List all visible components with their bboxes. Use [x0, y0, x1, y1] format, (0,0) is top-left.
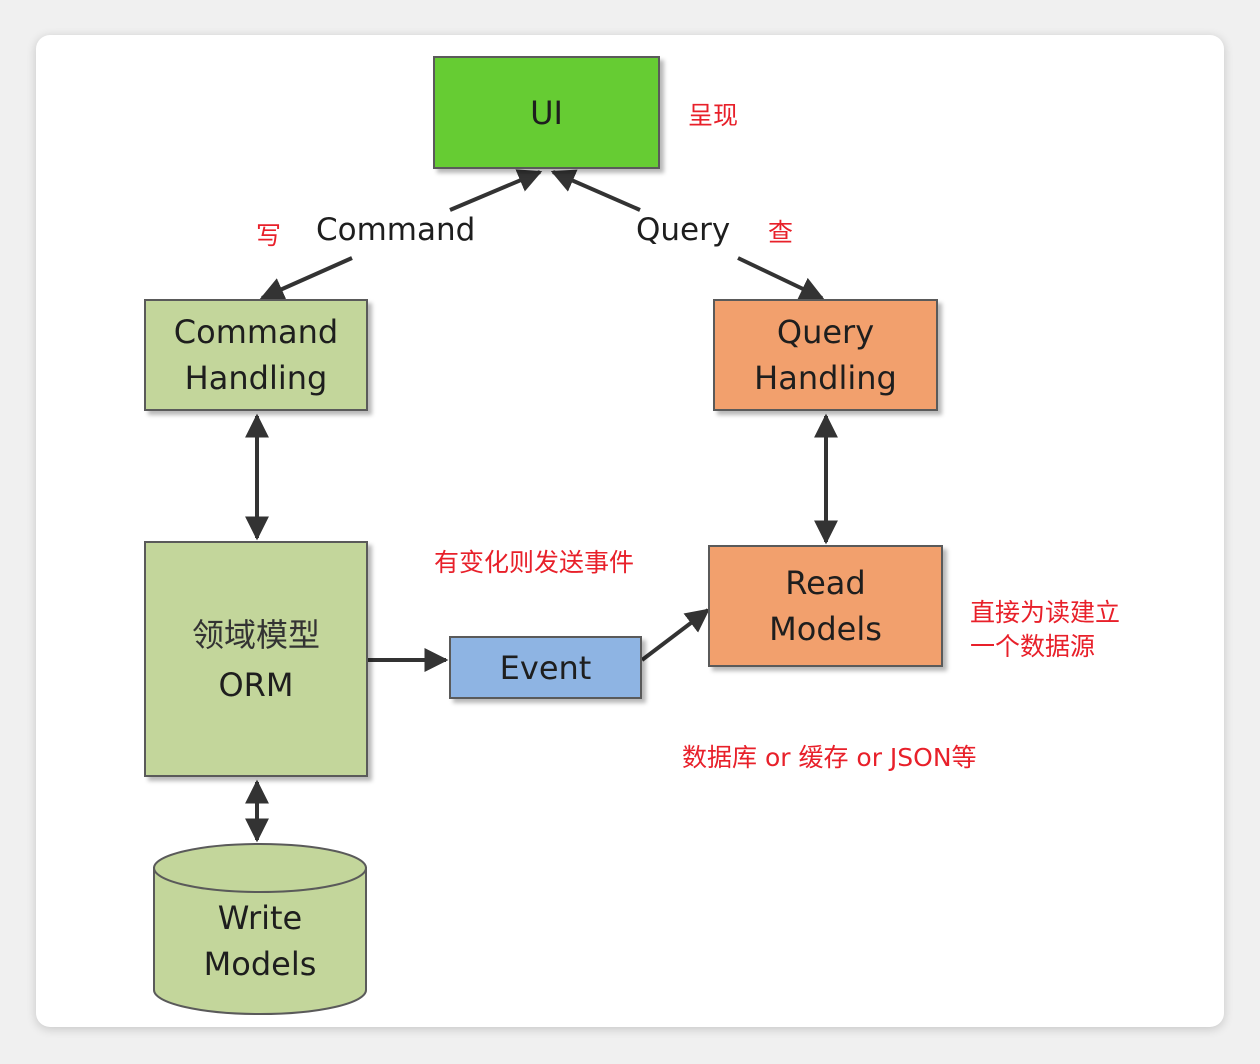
event-read-arrow — [640, 608, 710, 662]
domain-model-orm: ORM — [218, 666, 294, 704]
send-event-annotation: 有变化则发送事件 — [434, 548, 635, 577]
command-label: Command — [316, 212, 476, 248]
event-label: Event — [499, 648, 592, 687]
query-handling-box: Query Handling — [713, 299, 938, 411]
direct-source-line1: 直接为读建立 — [970, 598, 1121, 627]
ui-box-label: UI — [530, 93, 563, 132]
command-handling-line2: Handling — [184, 359, 328, 397]
query-annotation: 查 — [768, 218, 794, 247]
command-handling-box: Command Handling — [144, 299, 368, 411]
present-annotation: 呈现 — [688, 101, 739, 130]
ui-box: UI — [433, 56, 660, 169]
command-to-ui-arrow — [449, 169, 543, 212]
direct-source-annotation: 直接为读建立 一个数据源 — [970, 596, 1120, 664]
write-annotation: 写 — [256, 221, 282, 250]
read-models-box: Read Models — [708, 545, 943, 667]
domain-model-title: 领域模型 — [191, 616, 320, 654]
event-box: Event — [449, 636, 642, 699]
read-models-line1: Read — [785, 564, 866, 602]
query-label: Query — [636, 212, 731, 248]
domain-model-box: 领域模型 ORM — [144, 541, 368, 777]
query-handling-line1: Query — [776, 313, 875, 351]
command-to-handling-arrow — [259, 256, 353, 301]
command-handling-line1: Command — [173, 313, 339, 351]
query-to-handling-arrow — [737, 256, 825, 300]
write-models-text: Write Models — [154, 895, 366, 987]
query-handling-line2: Handling — [754, 359, 897, 397]
read-models-line2: Models — [769, 610, 882, 648]
write-models-line1: Write — [217, 899, 303, 937]
write-models-line2: Models — [203, 945, 317, 983]
storage-annotation: 数据库 or 缓存 or JSON等 — [682, 743, 977, 772]
direct-source-line2: 一个数据源 — [970, 632, 1096, 661]
query-to-ui-arrow — [550, 169, 641, 212]
